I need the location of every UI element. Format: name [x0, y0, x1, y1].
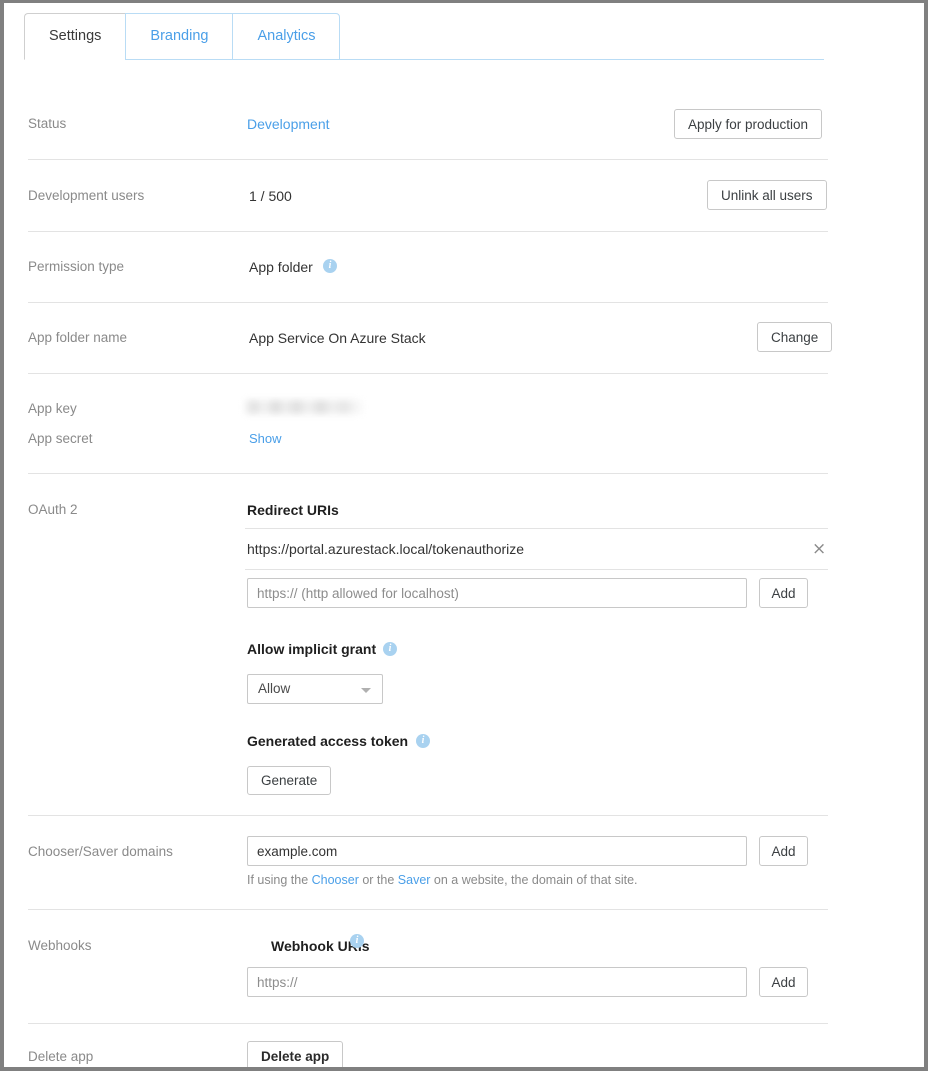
- tab-settings[interactable]: Settings: [24, 13, 125, 60]
- redirect-uri-divider-top: [245, 528, 828, 529]
- tab-analytics[interactable]: Analytics: [232, 13, 340, 60]
- separator-2: [28, 231, 828, 232]
- status-value[interactable]: Development: [247, 116, 330, 132]
- add-redirect-uri-button[interactable]: Add: [759, 578, 808, 608]
- implicit-grant-select[interactable]: Allow: [247, 674, 383, 704]
- delete-app-label: Delete app: [28, 1049, 93, 1064]
- chooser-saver-label: Chooser/Saver domains: [28, 844, 173, 859]
- permission-type-value: App folder: [249, 259, 313, 275]
- chevron-down-icon: [361, 688, 371, 693]
- app-key-value-redacted: [245, 400, 363, 414]
- status-label: Status: [28, 116, 66, 131]
- new-redirect-uri-input[interactable]: [247, 578, 747, 608]
- app-secret-show-link[interactable]: Show: [249, 431, 282, 446]
- hint-prefix: If using the: [247, 873, 312, 887]
- chooser-saver-domain-input[interactable]: [247, 836, 747, 866]
- app-folder-name-label: App folder name: [28, 330, 127, 345]
- webhook-uri-input[interactable]: [247, 967, 747, 997]
- separator-1: [28, 159, 828, 160]
- unlink-all-users-button[interactable]: Unlink all users: [707, 180, 827, 210]
- saver-link[interactable]: Saver: [398, 873, 431, 887]
- app-secret-label: App secret: [28, 431, 93, 446]
- oauth2-label: OAuth 2: [28, 502, 78, 517]
- development-users-value: 1 / 500: [249, 188, 292, 204]
- implicit-grant-selected-value: Allow: [258, 675, 290, 703]
- separator-4: [28, 373, 828, 374]
- app-window: Settings Branding Analytics Status Devel…: [0, 0, 928, 1071]
- hint-suffix: on a website, the domain of that site.: [430, 873, 637, 887]
- hint-middle: or the: [359, 873, 398, 887]
- change-button[interactable]: Change: [757, 322, 832, 352]
- separator-5: [28, 473, 828, 474]
- allow-implicit-grant-heading: Allow implicit grant: [247, 641, 376, 657]
- redirect-uris-heading: Redirect URIs: [247, 502, 339, 518]
- info-icon-permission-type[interactable]: i: [323, 259, 337, 273]
- separator-6: [28, 815, 828, 816]
- remove-redirect-uri-icon[interactable]: ×: [812, 541, 826, 558]
- app-content: Settings Branding Analytics Status Devel…: [4, 3, 924, 1067]
- redirect-uri-value: https://portal.azurestack.local/tokenaut…: [247, 541, 524, 557]
- development-users-label: Development users: [28, 188, 144, 203]
- tab-branding[interactable]: Branding: [125, 13, 232, 60]
- separator-7: [28, 909, 828, 910]
- app-folder-name-value: App Service On Azure Stack: [249, 330, 426, 346]
- separator-8: [28, 1023, 828, 1024]
- info-icon-access-token[interactable]: i: [416, 734, 430, 748]
- info-icon-implicit-grant[interactable]: i: [383, 642, 397, 656]
- permission-type-label: Permission type: [28, 259, 124, 274]
- chooser-saver-hint: If using the Chooser or the Saver on a w…: [247, 873, 638, 887]
- tab-underline: [24, 59, 824, 60]
- add-chooser-saver-domain-button[interactable]: Add: [759, 836, 808, 866]
- info-icon-webhooks[interactable]: i: [350, 934, 364, 948]
- chooser-link[interactable]: Chooser: [312, 873, 359, 887]
- apply-for-production-button[interactable]: Apply for production: [674, 109, 822, 139]
- add-webhook-uri-button[interactable]: Add: [759, 967, 808, 997]
- generated-access-token-heading: Generated access token: [247, 733, 408, 749]
- redirect-uri-divider-bottom: [245, 569, 828, 570]
- tab-bar: Settings Branding Analytics: [24, 13, 340, 60]
- delete-app-button[interactable]: Delete app: [247, 1041, 343, 1071]
- app-key-label: App key: [28, 401, 77, 416]
- generate-token-button[interactable]: Generate: [247, 766, 331, 795]
- webhooks-label: Webhooks: [28, 938, 92, 953]
- separator-3: [28, 302, 828, 303]
